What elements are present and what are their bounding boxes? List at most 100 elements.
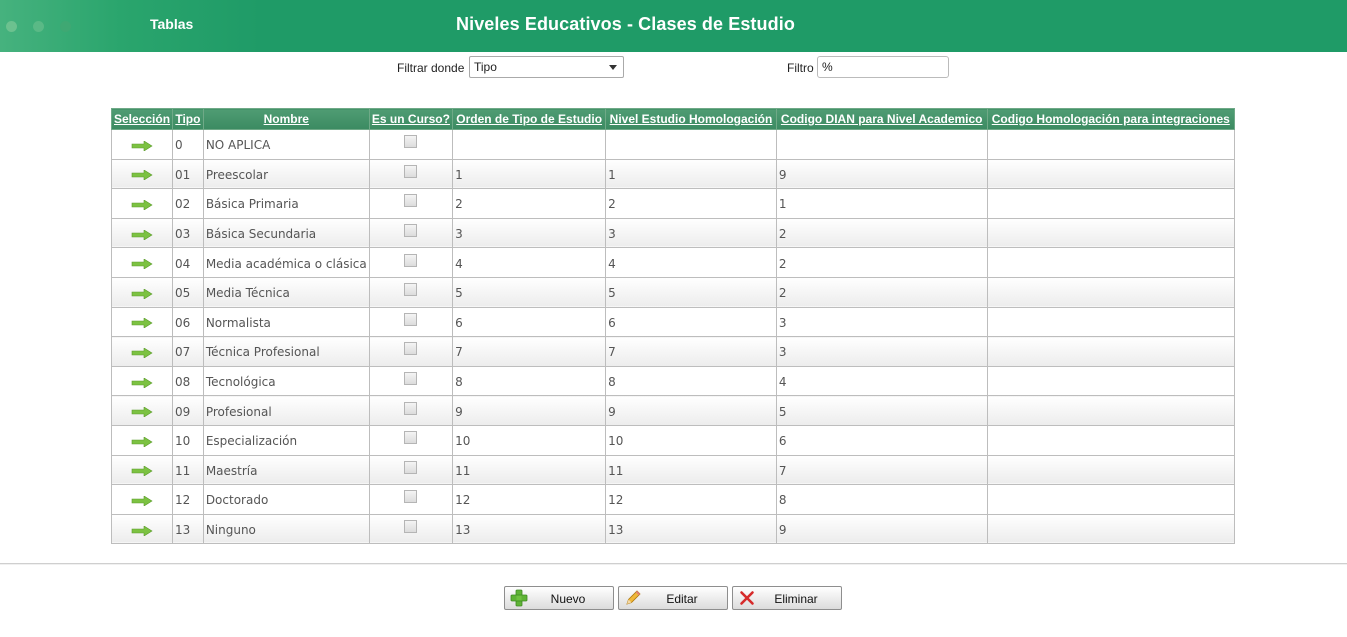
table-row[interactable]: 02 Básica Primaria 2 2 1 xyxy=(110,188,1236,219)
cell-tipo: 0 xyxy=(172,129,204,160)
cell-dian xyxy=(775,129,988,160)
arrow-right-icon[interactable] xyxy=(131,259,153,270)
arrow-right-icon[interactable] xyxy=(131,140,153,151)
table-row[interactable]: 13 Ninguno 13 13 9 xyxy=(110,513,1236,545)
row-select-cell[interactable] xyxy=(110,217,174,249)
column-header-dian[interactable]: Codigo DIAN para Nivel Academico xyxy=(775,108,988,130)
table-row[interactable]: 01 Preescolar 1 1 9 xyxy=(110,158,1236,190)
new-button[interactable]: Nuevo xyxy=(504,586,614,610)
cell-nombre: Media académica o clásica xyxy=(202,247,370,278)
table-row[interactable]: 11 Maestría 11 11 7 xyxy=(110,454,1236,486)
footer-divider-shadow xyxy=(0,564,1347,565)
es-curso-checkbox[interactable] xyxy=(404,490,418,504)
cell-nombre: Profesional xyxy=(202,395,370,426)
table-row[interactable]: 07 Técnica Profesional 7 7 3 xyxy=(110,336,1236,367)
edit-button[interactable]: Editar xyxy=(618,586,728,610)
table-row[interactable]: 10 Especialización 10 10 6 xyxy=(110,424,1236,456)
cell-dian: 2 xyxy=(775,276,988,308)
arrow-right-icon[interactable] xyxy=(131,436,153,447)
table-row[interactable]: 09 Profesional 9 9 5 xyxy=(110,395,1236,426)
row-select-cell[interactable] xyxy=(110,336,174,367)
row-select-cell[interactable] xyxy=(110,276,174,308)
arrow-right-icon[interactable] xyxy=(131,466,153,477)
es-curso-checkbox[interactable] xyxy=(404,253,418,267)
es-curso-checkbox[interactable] xyxy=(404,135,418,149)
arrow-right-icon[interactable] xyxy=(131,495,153,506)
filter-where-select[interactable]: Tipo xyxy=(469,56,624,78)
cell-nombre: Tecnológica xyxy=(202,365,370,397)
cell-tipo: 09 xyxy=(172,395,204,426)
row-select-cell[interactable] xyxy=(110,484,174,515)
row-select-cell[interactable] xyxy=(110,424,174,456)
cell-tipo: 05 xyxy=(172,276,204,308)
cell-homologacion xyxy=(986,247,1236,278)
table-row[interactable]: 04 Media académica o clásica 4 4 2 xyxy=(110,247,1236,278)
cell-tipo: 10 xyxy=(172,424,204,456)
row-select-cell[interactable] xyxy=(110,188,174,219)
es-curso-checkbox[interactable] xyxy=(404,342,418,356)
filter-where-label: Filtrar donde xyxy=(397,61,465,75)
es-curso-checkbox[interactable] xyxy=(404,431,418,445)
es-curso-checkbox[interactable] xyxy=(404,401,418,415)
column-header-orden[interactable]: Orden de Tipo de Estudio xyxy=(452,108,607,130)
cell-es-curso xyxy=(368,276,454,308)
cell-orden: 10 xyxy=(452,424,607,456)
arrow-right-icon[interactable] xyxy=(131,199,153,210)
table-row[interactable]: 06 Normalista 6 6 3 xyxy=(110,306,1236,338)
table-row[interactable]: 03 Básica Secundaria 3 3 2 xyxy=(110,217,1236,249)
row-select-cell[interactable] xyxy=(110,365,174,397)
es-curso-checkbox[interactable] xyxy=(404,520,418,534)
arrow-right-icon[interactable] xyxy=(131,347,153,358)
column-header-es-curso[interactable]: Es un Curso? xyxy=(368,108,454,130)
column-header-nombre[interactable]: Nombre xyxy=(202,108,370,130)
column-header-nivel[interactable]: Nivel Estudio Homologación xyxy=(605,108,777,130)
cell-tipo: 07 xyxy=(172,336,204,367)
table-row[interactable]: 05 Media Técnica 5 5 2 xyxy=(110,276,1236,308)
cell-dian: 9 xyxy=(775,158,988,190)
es-curso-checkbox[interactable] xyxy=(404,164,418,178)
cell-tipo: 13 xyxy=(172,513,204,545)
row-select-cell[interactable] xyxy=(110,158,174,190)
cell-homologacion xyxy=(986,484,1236,515)
delete-button[interactable]: Eliminar xyxy=(732,586,842,610)
window-dot xyxy=(33,21,44,32)
row-select-cell[interactable] xyxy=(110,513,174,545)
column-header-seleccion[interactable]: Selección xyxy=(110,108,174,130)
cell-tipo: 11 xyxy=(172,454,204,486)
cell-orden: 5 xyxy=(452,276,607,308)
arrow-right-icon[interactable] xyxy=(131,318,153,329)
arrow-right-icon[interactable] xyxy=(131,288,153,299)
cell-homologacion xyxy=(986,188,1236,219)
es-curso-checkbox[interactable] xyxy=(404,312,418,326)
table-row[interactable]: 12 Doctorado 12 12 8 xyxy=(110,484,1236,515)
arrow-right-icon[interactable] xyxy=(131,170,153,181)
row-select-cell[interactable] xyxy=(110,454,174,486)
table-row[interactable]: 08 Tecnológica 8 8 4 xyxy=(110,365,1236,397)
cell-dian: 7 xyxy=(775,454,988,486)
delete-button-label: Eliminar xyxy=(774,592,818,606)
cell-nivel: 8 xyxy=(605,365,777,397)
es-curso-checkbox[interactable] xyxy=(404,460,418,474)
table-row[interactable]: 0 NO APLICA xyxy=(110,129,1236,160)
arrow-right-icon[interactable] xyxy=(131,377,153,388)
arrow-right-icon[interactable] xyxy=(131,525,153,536)
es-curso-checkbox[interactable] xyxy=(404,283,418,297)
column-header-homologacion[interactable]: Codigo Homologación para integraciones xyxy=(986,108,1236,130)
row-select-cell[interactable] xyxy=(110,395,174,426)
arrow-right-icon[interactable] xyxy=(131,407,153,418)
arrow-right-icon[interactable] xyxy=(131,229,153,240)
es-curso-checkbox[interactable] xyxy=(404,372,418,386)
cell-nombre: Técnica Profesional xyxy=(202,336,370,367)
column-header-tipo[interactable]: Tipo xyxy=(172,108,204,130)
cell-nombre: Preescolar xyxy=(202,158,370,190)
cell-homologacion xyxy=(986,454,1236,486)
cell-orden: 1 xyxy=(452,158,607,190)
row-select-cell[interactable] xyxy=(110,247,174,278)
cell-orden: 6 xyxy=(452,306,607,338)
filter-input[interactable] xyxy=(817,56,949,78)
section-link-tablas[interactable]: Tablas xyxy=(150,16,193,32)
row-select-cell[interactable] xyxy=(110,306,174,338)
es-curso-checkbox[interactable] xyxy=(404,224,418,238)
es-curso-checkbox[interactable] xyxy=(404,194,418,208)
row-select-cell[interactable] xyxy=(110,129,174,160)
